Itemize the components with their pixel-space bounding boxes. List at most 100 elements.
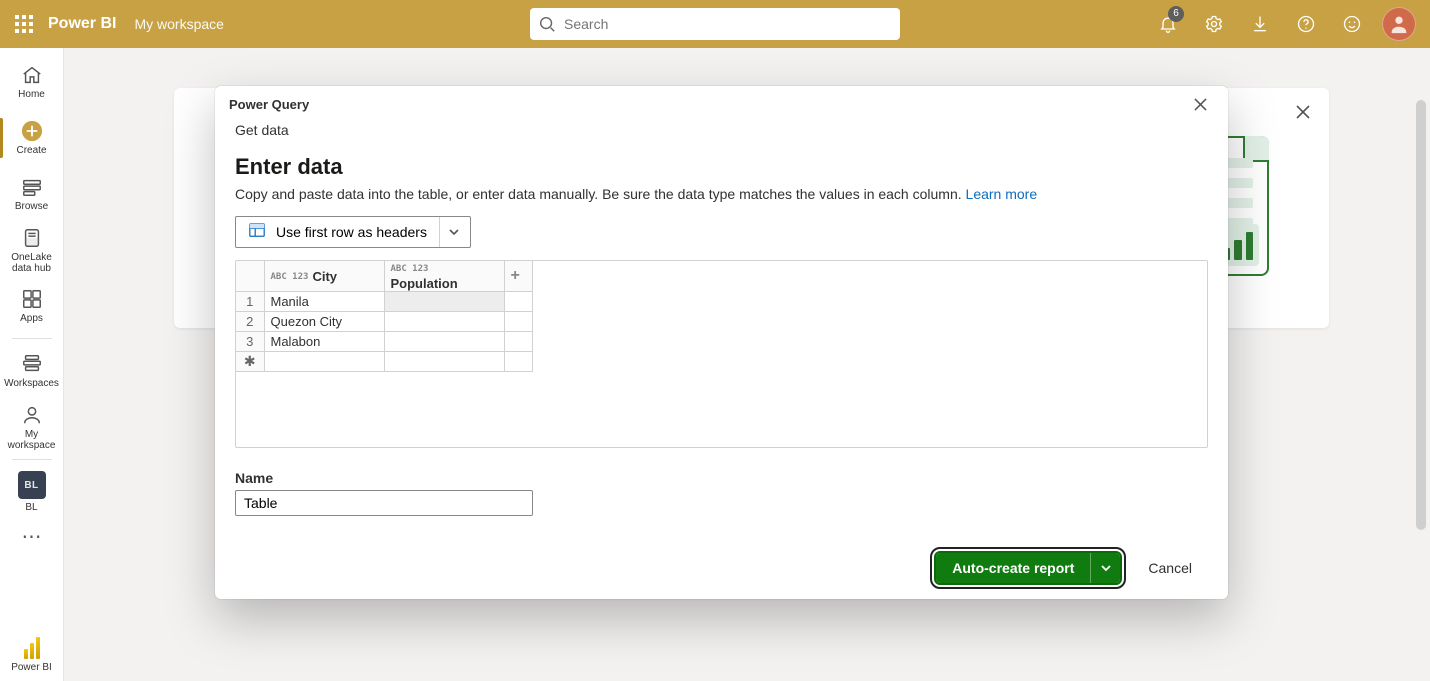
type-icon: ABC 123 <box>271 273 309 282</box>
table-row: 2 Quezon City <box>236 312 532 332</box>
smiley-icon <box>1342 14 1362 34</box>
browse-icon <box>21 176 43 198</box>
row-number[interactable]: 2 <box>236 312 264 332</box>
download-icon <box>1250 14 1270 34</box>
settings-button[interactable] <box>1194 0 1234 48</box>
row-number[interactable]: 1 <box>236 292 264 312</box>
feedback-button[interactable] <box>1332 0 1372 48</box>
cancel-button[interactable]: Cancel <box>1140 551 1200 585</box>
table-cell-trailing[interactable] <box>504 352 532 372</box>
table-cell[interactable] <box>384 352 504 372</box>
person-icon <box>1388 13 1410 35</box>
close-icon <box>1194 98 1207 111</box>
app-launcher-button[interactable] <box>0 0 48 48</box>
nav-separator <box>12 459 52 460</box>
notifications-button[interactable]: 6 <box>1148 0 1188 48</box>
column-corner[interactable] <box>236 261 264 292</box>
column-header-population[interactable]: ABC 123Population <box>384 261 504 292</box>
nav-label: OneLake <box>11 252 52 263</box>
table-cell[interactable] <box>384 312 504 332</box>
add-row: ✱ <box>236 352 532 372</box>
nav-label: My <box>25 429 38 440</box>
nav-label: Create <box>16 145 46 156</box>
left-nav-rail: Home Create Browse OneLake data hub Apps… <box>0 48 64 681</box>
top-actions: 6 <box>1148 0 1430 48</box>
top-bar: Power BI My workspace 6 <box>0 0 1430 48</box>
table-cell[interactable] <box>384 332 504 352</box>
workspace-name[interactable]: My workspace <box>134 16 223 32</box>
add-column-button[interactable]: + <box>504 261 532 292</box>
breadcrumb[interactable]: Get data <box>215 116 1228 138</box>
nav-label: data hub <box>12 263 51 274</box>
table-cell[interactable]: Manila <box>264 292 384 312</box>
headers-button-caret[interactable] <box>440 217 468 247</box>
learn-more-link[interactable]: Learn more <box>966 186 1038 202</box>
nav-powerbi-footer[interactable]: Power BI <box>0 637 64 673</box>
power-query-modal: Power Query Get data Enter data Copy and… <box>215 86 1228 599</box>
modal-title: Power Query <box>229 97 309 112</box>
help-icon <box>1296 14 1316 34</box>
chevron-down-icon <box>448 226 460 238</box>
waffle-icon <box>15 15 33 33</box>
button-label: Use first row as headers <box>276 224 427 240</box>
modal-close-button[interactable] <box>1186 90 1214 118</box>
nav-browse[interactable]: Browse <box>0 166 64 222</box>
table-cell[interactable]: Quezon City <box>264 312 384 332</box>
person-workspace-icon <box>21 404 43 426</box>
nav-separator <box>12 338 52 339</box>
nav-label: Apps <box>20 313 43 324</box>
nav-my-workspace[interactable]: My workspace <box>0 399 64 455</box>
search-icon <box>538 15 556 38</box>
modal-heading: Enter data <box>235 154 1208 180</box>
nav-apps[interactable]: Apps <box>0 278 64 334</box>
table-cell[interactable] <box>384 292 504 312</box>
search-input[interactable] <box>530 8 900 40</box>
nav-label: Workspaces <box>4 378 59 389</box>
nav-home[interactable]: Home <box>0 54 64 110</box>
notification-badge: 6 <box>1168 6 1184 22</box>
search-container <box>530 8 900 40</box>
apps-icon <box>21 288 43 310</box>
workspaces-icon <box>21 353 43 375</box>
ellipsis-icon: ⋯ <box>22 527 42 547</box>
table-icon <box>248 221 266 244</box>
data-grid[interactable]: ABC 123City ABC 123Population + 1 Manila <box>235 260 1208 448</box>
powerbi-icon <box>24 637 40 659</box>
use-first-row-as-headers-button[interactable]: Use first row as headers <box>235 216 471 248</box>
modal-footer: Auto-create report Cancel <box>215 537 1228 599</box>
nav-create[interactable]: Create <box>0 110 64 166</box>
table-row: 3 Malabon <box>236 332 532 352</box>
table-cell[interactable]: Malabon <box>264 332 384 352</box>
nav-workspaces[interactable]: Workspaces <box>0 343 64 399</box>
column-header-city[interactable]: ABC 123City <box>264 261 384 292</box>
table-cell-trailing[interactable] <box>504 292 532 312</box>
nav-pinned-bl[interactable]: BL BL <box>0 464 64 520</box>
auto-create-report-button[interactable]: Auto-create report <box>934 551 1122 585</box>
primary-button-caret[interactable] <box>1090 553 1120 583</box>
help-button[interactable] <box>1286 0 1326 48</box>
type-icon: ABC 123 <box>391 265 429 274</box>
gear-icon <box>1204 14 1224 34</box>
app-name: Power BI <box>48 15 116 33</box>
nav-more[interactable]: ⋯ <box>0 520 64 554</box>
nav-label: BL <box>25 502 37 513</box>
main-area: X your data to get started. ………………………………… <box>64 48 1430 681</box>
name-input[interactable] <box>235 490 533 516</box>
name-field-label: Name <box>235 470 1208 486</box>
nav-label: workspace <box>8 440 56 451</box>
table-cell-trailing[interactable] <box>504 312 532 332</box>
table-cell[interactable] <box>264 352 384 372</box>
account-avatar[interactable] <box>1382 7 1416 41</box>
download-button[interactable] <box>1240 0 1280 48</box>
nav-label: Power BI <box>11 662 52 673</box>
table-row: 1 Manila <box>236 292 532 312</box>
add-row-button[interactable]: ✱ <box>236 352 264 372</box>
modal-overlay: Power Query Get data Enter data Copy and… <box>64 48 1430 681</box>
row-number[interactable]: 3 <box>236 332 264 352</box>
nav-onelake-data-hub[interactable]: OneLake data hub <box>0 222 64 278</box>
nav-label: Home <box>18 89 45 100</box>
table-cell-trailing[interactable] <box>504 332 532 352</box>
primary-button-label: Auto-create report <box>936 553 1090 583</box>
modal-subtitle: Copy and paste data into the table, or e… <box>235 186 1208 202</box>
onelake-icon <box>21 227 43 249</box>
